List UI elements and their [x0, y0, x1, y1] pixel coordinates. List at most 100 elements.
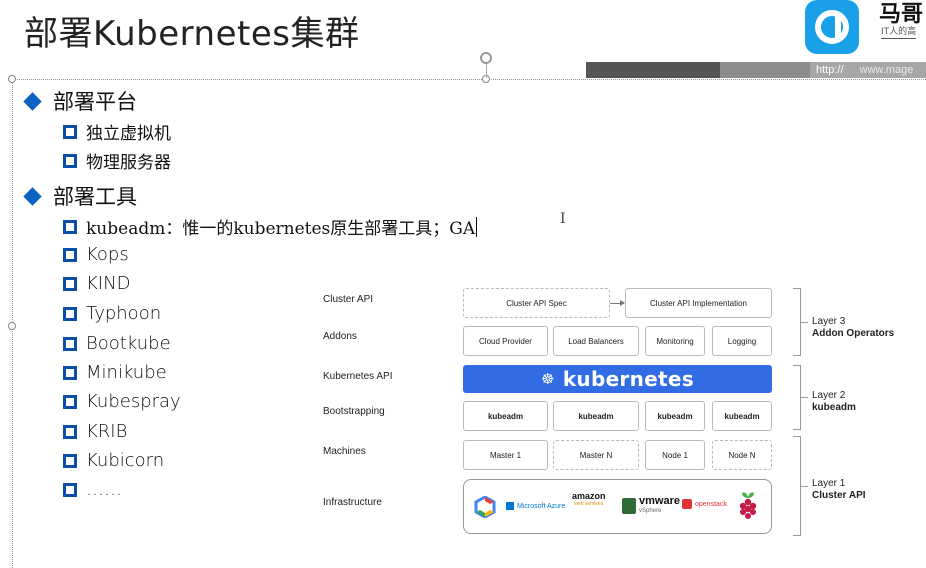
selection-frame-top: [12, 79, 926, 80]
brand-logo: 马哥 IT人的高: [805, 0, 926, 56]
diamond-bullet-icon: [23, 91, 42, 111]
banner-url-prefix: http://: [816, 64, 844, 76]
sub-bullet-bootkube[interactable]: Bootkube: [63, 333, 171, 354]
ibeam-cursor-icon: I: [560, 211, 566, 227]
layer-2-bracket-tick: [801, 397, 808, 398]
url-banner: http:// www.mage: [586, 62, 926, 78]
sub-bullet-kubicorn[interactable]: Kubicorn: [63, 450, 164, 471]
google-cloud-icon: [474, 496, 496, 518]
addon-box: Monitoring: [645, 326, 705, 356]
sub-bullet-kubespray[interactable]: Kubespray: [63, 391, 181, 412]
kubeadm-box: kubeadm: [645, 401, 705, 431]
diagram-row-label: Machines: [323, 446, 366, 457]
sub-bullet-vm[interactable]: 独立虚拟机: [63, 119, 171, 144]
kubernetes-wordmark: kubernetes: [562, 367, 694, 391]
cluster-api-spec-box: Cluster API Spec: [463, 288, 610, 318]
bullet-label: 部署工具: [53, 185, 137, 209]
vsphere-text: vSphere: [639, 508, 662, 514]
sub-bullet-physical[interactable]: 物理服务器: [63, 148, 171, 173]
layer-1-name: Layer 1: [812, 478, 846, 489]
brand-logo-icon: [805, 0, 859, 54]
openstack-box-icon: [682, 499, 692, 509]
banner-dark-segment: [586, 62, 720, 78]
text-cursor: [476, 216, 478, 237]
banner-url-site: www.mage: [859, 64, 914, 76]
amazon-text: amazon: [572, 491, 606, 501]
machine-box: Master 1: [463, 440, 548, 470]
diagram-row-label: Cluster API: [323, 294, 374, 305]
sub-bullet-label: KIND: [86, 273, 131, 294]
diagram-row-label: Addons: [323, 331, 357, 342]
layer-3-name: Layer 3: [812, 316, 846, 327]
kubernetes-helm-icon: ☸: [541, 370, 555, 388]
rotate-handle[interactable]: [480, 52, 492, 64]
sub-bullet-kind[interactable]: KIND: [63, 273, 130, 294]
kubernetes-api-bar: ☸ kubernetes: [463, 365, 772, 393]
layer-2-name: Layer 2: [812, 390, 846, 401]
sub-bullet-label: 独立虚拟机: [86, 124, 171, 144]
square-bullet-icon: [63, 276, 77, 291]
square-bullet-icon: [63, 306, 77, 321]
resize-handle-top-left[interactable]: [8, 75, 16, 83]
diagram-row-label: Kubernetes API: [323, 371, 393, 382]
machine-box: Node N: [712, 440, 772, 470]
kubeadm-box: kubeadm: [712, 401, 772, 431]
sub-bullet-krib[interactable]: KRIB: [63, 421, 127, 442]
square-bullet-icon: [63, 453, 77, 468]
layer-3-label: Layer 3 Addon Operators: [812, 316, 894, 340]
square-bullet-icon: [63, 124, 77, 139]
square-bullet-icon: [63, 365, 77, 380]
rotate-handle-stem: [486, 64, 487, 78]
layer-1-label: Layer 1 Cluster API: [812, 478, 866, 502]
layer-2-detail: kubeadm: [812, 402, 856, 413]
microsoft-azure-logo: Microsoft Azure: [506, 502, 565, 510]
diamond-bullet-icon: [23, 186, 42, 206]
square-bullet-icon: [63, 394, 77, 409]
banner-mid-segment: [720, 62, 810, 78]
sub-bullet-label: Kubespray: [86, 391, 181, 412]
diagram-row-label: Infrastructure: [323, 497, 382, 508]
layer-1-bracket-tick: [801, 486, 808, 487]
cluster-api-impl-box: Cluster API Implementation: [625, 288, 772, 318]
square-bullet-icon: [63, 482, 77, 497]
sub-bullet-label: ……: [86, 479, 122, 500]
resize-handle-middle-left[interactable]: [8, 322, 16, 330]
layer-3-bracket: [793, 288, 801, 356]
banner-url-segment: http:// www.mage: [810, 62, 926, 78]
machine-box: Node 1: [645, 440, 705, 470]
sub-bullet-label: KRIB: [86, 421, 128, 442]
kubeadm-box: kubeadm: [553, 401, 639, 431]
vmware-vsphere-logo: vmware vSphere: [622, 496, 680, 516]
sub-bullet-label: Typhoon: [86, 303, 162, 324]
sub-bullet-ellipsis[interactable]: ……: [63, 479, 122, 500]
square-bullet-icon: [63, 219, 77, 234]
sub-bullet-label: 物理服务器: [86, 153, 171, 173]
brand-logo-subtitle: IT人的高: [881, 24, 917, 39]
azure-text: Microsoft Azure: [517, 502, 566, 510]
addon-box: Cloud Provider: [463, 326, 548, 356]
layer-2-label: Layer 2 kubeadm: [812, 390, 856, 414]
sub-bullet-kubeadm[interactable]: kubeadm：惟一的kubernetes原生部署工具；GA: [63, 214, 478, 239]
openstack-logo: openstack: [682, 499, 727, 509]
bullet-deploy-platform[interactable]: 部署平台: [23, 86, 137, 116]
sub-bullet-label: kubeadm：惟一的kubernetes原生部署工具；GA: [86, 219, 476, 239]
amazon-web-services-logo: amazon web services: [572, 492, 606, 508]
layer-3-detail: Addon Operators: [812, 328, 895, 339]
slide-title[interactable]: 部署Kubernetes集群: [24, 6, 359, 55]
bullet-label: 部署平台: [53, 90, 137, 114]
sub-bullet-kops[interactable]: Kops: [63, 244, 129, 265]
openstack-text: openstack: [695, 500, 727, 508]
arrow-connector: [610, 300, 625, 306]
layer-2-bracket: [793, 365, 801, 430]
addon-box: Logging: [712, 326, 772, 356]
layer-1-detail: Cluster API: [812, 490, 866, 501]
bullet-deploy-tools[interactable]: 部署工具: [23, 181, 137, 211]
amazon-subtext: web services: [574, 501, 604, 507]
sub-bullet-typhoon[interactable]: Typhoon: [63, 303, 161, 324]
square-bullet-icon: [63, 247, 77, 262]
addon-box: Load Balancers: [553, 326, 639, 356]
sub-bullet-minikube[interactable]: Minikube: [63, 362, 167, 383]
layer-3-bracket-tick: [801, 322, 808, 323]
sub-bullet-label: Kops: [86, 244, 129, 265]
azure-tile-icon: [506, 502, 514, 510]
